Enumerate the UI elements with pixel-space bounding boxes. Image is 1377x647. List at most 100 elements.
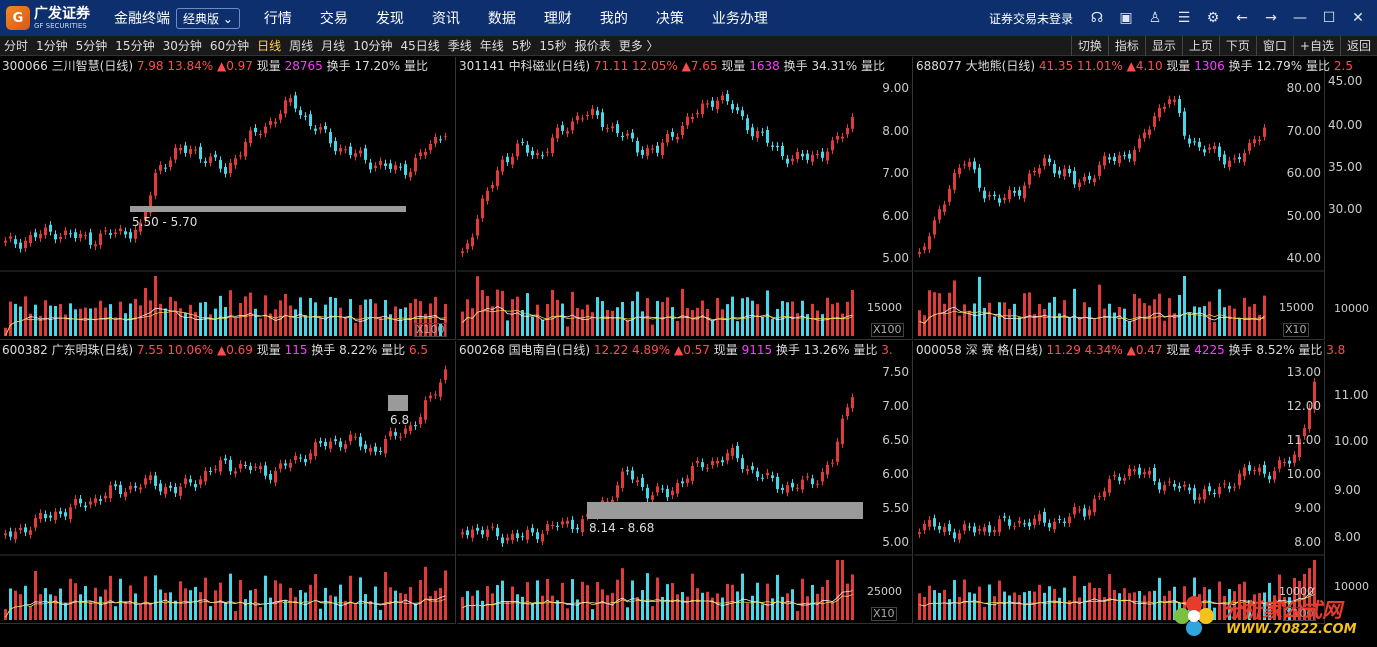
right-axis-tick: 40.00 — [1328, 118, 1363, 132]
volume-bar — [701, 592, 704, 620]
volume-bar — [1028, 292, 1031, 336]
candle-body — [1003, 197, 1006, 200]
chart-panel[interactable]: 688077 大地熊(日线) 41.35 11.01% ▲4.10 现量 130… — [914, 57, 1353, 340]
volume-bar — [319, 317, 322, 336]
gear-icon[interactable]: ⚙ — [1203, 8, 1223, 28]
return-button[interactable]: 返回 — [1339, 36, 1377, 56]
candle-body — [1153, 116, 1156, 127]
chart-panel[interactable]: 000058 深 赛 格(日线) 11.29 4.34% ▲0.47 现量 42… — [914, 341, 1345, 624]
period-weekly[interactable]: 周线 — [285, 37, 317, 54]
candle-body — [324, 125, 327, 130]
menu-item-decision[interactable]: 决策 — [656, 8, 684, 28]
doc-icon[interactable]: ☰ — [1174, 8, 1194, 28]
candle-body — [19, 527, 22, 531]
period-30min[interactable]: 30分钟 — [159, 37, 206, 54]
candle-body — [581, 118, 584, 120]
edition-dropdown[interactable]: 经典版 ⌄ — [176, 7, 240, 29]
candle-body — [993, 194, 996, 197]
quote-table[interactable]: 报价表 — [571, 37, 615, 54]
window-button[interactable]: 窗口 — [1255, 36, 1293, 56]
volume-bar — [1198, 307, 1201, 336]
page-down-button[interactable]: 下页 — [1218, 36, 1256, 56]
candle-body — [1183, 484, 1186, 487]
volume-bar — [4, 609, 7, 620]
volume-bar — [998, 580, 1001, 620]
candle-body — [234, 471, 237, 474]
period-quarterly[interactable]: 季线 — [444, 37, 476, 54]
candle-body — [234, 158, 237, 166]
volume-bar — [1168, 590, 1171, 620]
close-icon[interactable]: ✕ — [1348, 8, 1368, 28]
chart-panel[interactable]: 300066 三川智慧(日线) 7.98 13.84% ▲0.97 现量 287… — [0, 57, 456, 340]
chart-panel[interactable]: 600268 国电南自(日线) 12.22 4.89% ▲0.57 现量 911… — [457, 341, 913, 624]
menu-item-mine[interactable]: 我的 — [600, 8, 628, 28]
candlestick-chart[interactable] — [0, 57, 456, 340]
candle-body — [531, 527, 534, 533]
volume-bar — [781, 596, 784, 620]
menu-item-trade[interactable]: 交易 — [320, 8, 348, 28]
candle-body — [626, 470, 629, 472]
menu-item-news[interactable]: 资讯 — [432, 8, 460, 28]
candlestick-chart[interactable] — [0, 341, 456, 624]
switch-button[interactable]: 切换 — [1070, 36, 1108, 56]
period-daily[interactable]: 日线 — [253, 37, 285, 54]
candle-body — [99, 233, 102, 246]
menu-item-discover[interactable]: 发现 — [376, 8, 404, 28]
price-axis-tick: 70.00 — [1286, 123, 1321, 138]
period-1min[interactable]: 1分钟 — [32, 37, 72, 54]
candle-body — [943, 526, 946, 533]
period-15sec[interactable]: 15秒 — [535, 37, 570, 54]
menu-item-business[interactable]: 业务办理 — [712, 8, 768, 28]
menu-item-data[interactable]: 数据 — [488, 8, 516, 28]
volume-bar — [1138, 590, 1141, 620]
back-arrow-icon[interactable]: ← — [1232, 8, 1252, 28]
candle-body — [621, 135, 624, 138]
candlestick-chart[interactable] — [457, 57, 913, 340]
candle-body — [1223, 483, 1226, 485]
volume-bar — [229, 290, 232, 336]
candle-body — [491, 185, 494, 189]
candle-body — [344, 149, 347, 151]
candle-body — [616, 124, 619, 134]
add-watchlist-button[interactable]: +自选 — [1292, 36, 1340, 56]
period-45day[interactable]: 45日线 — [396, 37, 443, 54]
candlestick-chart[interactable] — [914, 341, 1325, 624]
volume-bar — [224, 307, 227, 336]
candlestick-chart[interactable] — [457, 341, 913, 624]
minimize-icon[interactable]: — — [1290, 8, 1310, 28]
period-10min[interactable]: 10分钟 — [349, 37, 396, 54]
period-5sec[interactable]: 5秒 — [508, 37, 536, 54]
period-60min[interactable]: 60分钟 — [206, 37, 253, 54]
right-axis-tick: 45.00 — [1328, 74, 1363, 88]
forward-arrow-icon[interactable]: → — [1261, 8, 1281, 28]
period-yearly[interactable]: 年线 — [476, 37, 508, 54]
right-axis-vol-tick: 10000 — [1334, 302, 1369, 315]
chart-panel[interactable]: 301141 中科磁业(日线) 71.11 12.05% ▲7.65 现量 16… — [457, 57, 913, 340]
right-axis-tick: 10.00 — [1334, 434, 1369, 448]
candlestick-chart[interactable] — [914, 57, 1325, 340]
logo-icon: G — [6, 6, 30, 30]
period-intraday[interactable]: 分时 — [0, 37, 32, 54]
candle-body — [671, 490, 674, 496]
period-monthly[interactable]: 月线 — [317, 37, 349, 54]
candle-body — [496, 170, 499, 187]
candle-body — [264, 465, 267, 476]
candle-body — [154, 172, 157, 196]
candle-body — [319, 441, 322, 444]
page-up-button[interactable]: 上页 — [1181, 36, 1219, 56]
display-button[interactable]: 显示 — [1144, 36, 1182, 56]
maximize-icon[interactable]: ☐ — [1319, 8, 1339, 28]
shirt-icon[interactable]: ♙ — [1145, 8, 1165, 28]
candle-body — [671, 131, 674, 137]
period-5min[interactable]: 5分钟 — [72, 37, 112, 54]
candle-body — [706, 103, 709, 105]
login-status[interactable]: 证券交易未登录 — [989, 10, 1073, 27]
chart-panel[interactable]: 600382 广东明珠(日线) 7.55 10.06% ▲0.69 现量 115… — [0, 341, 456, 624]
grid-icon[interactable]: ▣ — [1116, 8, 1136, 28]
more-periods[interactable]: 更多 〉 — [615, 37, 663, 54]
headset-icon[interactable]: ☊ — [1087, 8, 1107, 28]
period-15min[interactable]: 15分钟 — [111, 37, 158, 54]
menu-item-wealth[interactable]: 理财 — [544, 8, 572, 28]
menu-item-quotes[interactable]: 行情 — [264, 8, 292, 28]
indicator-button[interactable]: 指标 — [1107, 36, 1145, 56]
